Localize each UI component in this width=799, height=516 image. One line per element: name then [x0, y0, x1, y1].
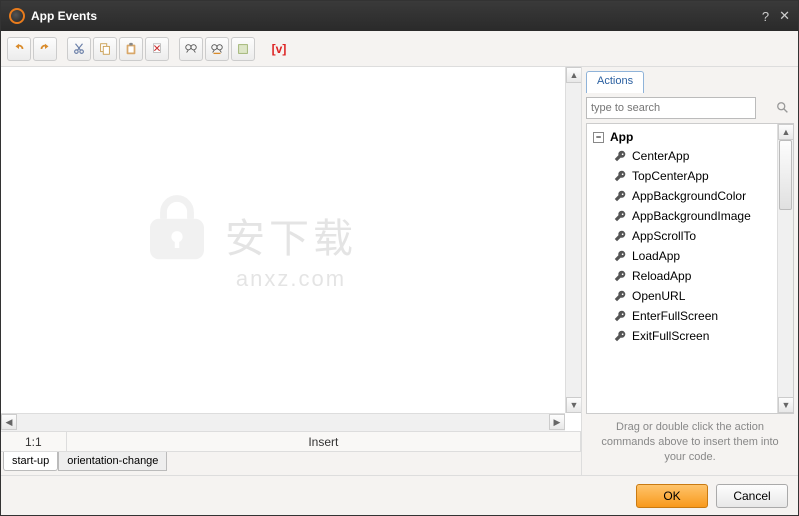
wrench-icon — [613, 269, 627, 283]
search-input[interactable] — [586, 97, 756, 119]
edit-mode: Insert — [67, 432, 581, 451]
action-centerapp[interactable]: CenterApp — [589, 146, 775, 166]
window-title: App Events — [31, 9, 752, 23]
search-icon — [776, 101, 790, 115]
action-exitfullscreen[interactable]: ExitFullScreen — [589, 326, 775, 346]
action-appbackgroundcolor[interactable]: AppBackgroundColor — [589, 186, 775, 206]
cut-button[interactable] — [67, 37, 91, 61]
action-loadapp[interactable]: LoadApp — [589, 246, 775, 266]
wrench-icon — [613, 169, 627, 183]
main-area: 安下载 anxz.com ▲▼ ◀▶ 1:1 Insert start-up o… — [1, 67, 798, 475]
wrench-icon — [613, 209, 627, 223]
paste-button[interactable] — [119, 37, 143, 61]
status-bar: 1:1 Insert — [1, 431, 581, 451]
ok-button[interactable]: OK — [636, 484, 708, 508]
editor-area: 安下载 anxz.com ▲▼ ◀▶ 1:1 Insert start-up o… — [1, 67, 582, 475]
undo-button[interactable] — [7, 37, 31, 61]
tab-orientation-change[interactable]: orientation-change — [58, 452, 167, 471]
bookmark-button[interactable] — [231, 37, 255, 61]
wrench-icon — [613, 229, 627, 243]
toolbar: [v] — [1, 31, 798, 67]
find-replace-button[interactable] — [205, 37, 229, 61]
watermark-icon — [141, 194, 213, 266]
dialog-footer: OK Cancel — [1, 475, 798, 515]
app-icon — [9, 8, 25, 24]
close-icon[interactable]: ✕ — [779, 8, 790, 24]
action-appbackgroundimage[interactable]: AppBackgroundImage — [589, 206, 775, 226]
tab-start-up[interactable]: start-up — [3, 452, 58, 471]
wrench-icon — [613, 249, 627, 263]
wrench-icon — [613, 189, 627, 203]
redo-button[interactable] — [33, 37, 57, 61]
wrench-icon — [613, 309, 627, 323]
find-button[interactable] — [179, 37, 203, 61]
action-appscrollto[interactable]: AppScrollTo — [589, 226, 775, 246]
side-tabs: Actions — [582, 67, 798, 93]
variables-toggle[interactable]: [v] — [265, 37, 293, 61]
cancel-button[interactable]: Cancel — [716, 484, 788, 508]
actions-panel: Actions − App CenterApp TopCenterApp App… — [582, 67, 798, 475]
wrench-icon — [613, 149, 627, 163]
tab-actions[interactable]: Actions — [586, 71, 644, 93]
editor-hscroll[interactable]: ◀▶ — [1, 413, 565, 431]
collapse-icon[interactable]: − — [593, 132, 604, 143]
wrench-icon — [613, 329, 627, 343]
actions-vscroll[interactable]: ▲ ▼ — [777, 124, 793, 413]
actions-hint: Drag or double click the action commands… — [582, 414, 798, 475]
delete-button[interactable] — [145, 37, 169, 61]
scroll-thumb[interactable] — [779, 140, 792, 210]
event-tabs: start-up orientation-change — [1, 451, 581, 475]
action-openurl[interactable]: OpenURL — [589, 286, 775, 306]
tree-category-app[interactable]: − App — [589, 128, 775, 146]
cursor-position: 1:1 — [1, 432, 67, 451]
action-enterfullscreen[interactable]: EnterFullScreen — [589, 306, 775, 326]
editor-vscroll[interactable]: ▲▼ — [565, 67, 581, 413]
action-reloadapp[interactable]: ReloadApp — [589, 266, 775, 286]
wrench-icon — [613, 289, 627, 303]
help-icon[interactable]: ? — [762, 9, 769, 24]
actions-tree: − App CenterApp TopCenterApp AppBackgrou… — [586, 123, 794, 414]
app-events-dialog: App Events ? ✕ [v] 安下载 anxz.com ▲▼ ◀▶ — [0, 0, 799, 516]
copy-button[interactable] — [93, 37, 117, 61]
category-label: App — [610, 130, 633, 144]
code-editor[interactable]: 安下载 anxz.com ▲▼ ◀▶ — [1, 67, 581, 431]
titlebar: App Events ? ✕ — [1, 1, 798, 31]
action-topcenterapp[interactable]: TopCenterApp — [589, 166, 775, 186]
watermark-text: 安下载 anxz.com — [225, 206, 357, 292]
